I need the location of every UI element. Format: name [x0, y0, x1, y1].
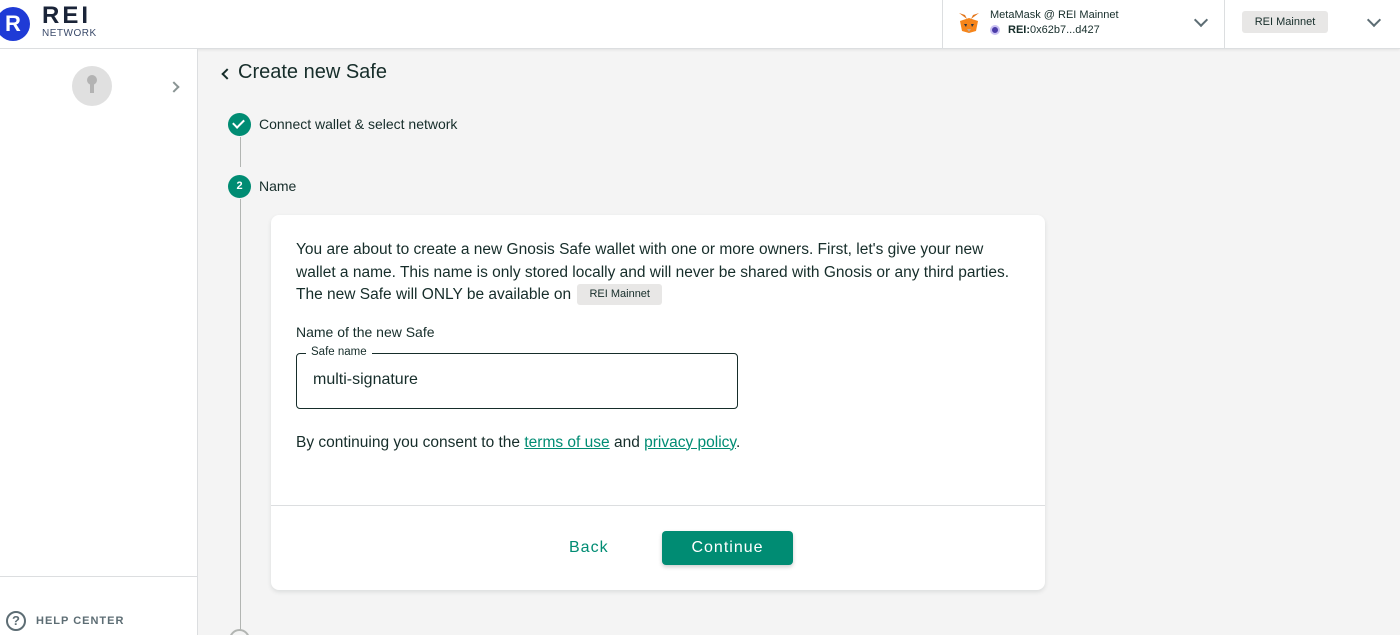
logo-title: REI — [42, 2, 92, 29]
wallet-address: 0x62b7...d427 — [1030, 24, 1100, 36]
network-label: REI Mainnet — [1242, 11, 1328, 33]
logo-subtitle: NETWORK — [42, 28, 97, 39]
safe-name-input[interactable] — [313, 370, 723, 389]
step-label-connect: Connect wallet & select network — [259, 116, 458, 132]
step-completed-icon — [228, 113, 251, 136]
step-card: You are about to create a new Gnosis Saf… — [271, 215, 1045, 590]
back-arrow-icon[interactable] — [221, 68, 233, 80]
consent-text: By continuing you consent to the terms o… — [296, 433, 741, 451]
intro-paragraph: You are about to create a new Gnosis Saf… — [296, 239, 1016, 307]
network-dot-icon — [990, 25, 1000, 35]
rei-network-logo[interactable]: REI NETWORK — [0, 2, 97, 41]
metamask-fox-icon — [959, 13, 979, 33]
wallet-selector[interactable]: MetaMask @ REI Mainnet REI: 0x62b7...d42… — [942, 0, 1225, 49]
terms-of-use-link[interactable]: terms of use — [524, 434, 609, 451]
stepper-connector — [240, 137, 241, 167]
check-icon — [232, 116, 245, 129]
wallet-network-prefix: REI: — [1008, 24, 1030, 36]
chevron-down-icon[interactable] — [1366, 12, 1382, 28]
wallet-name: MetaMask @ REI Mainnet — [990, 9, 1119, 21]
rei-logo-icon — [0, 7, 30, 41]
help-center-link[interactable]: ? HELP CENTER — [6, 611, 124, 631]
card-divider — [271, 505, 1045, 506]
next-step-icon — [229, 629, 250, 635]
back-button[interactable]: Back — [569, 539, 609, 557]
help-center-label: HELP CENTER — [36, 615, 125, 627]
sidebar-divider — [0, 576, 197, 577]
sidebar: ? HELP CENTER — [0, 49, 198, 635]
network-badge: REI Mainnet — [577, 284, 662, 306]
privacy-policy-link[interactable]: privacy policy — [644, 434, 736, 451]
safe-avatar — [72, 66, 112, 106]
wallet-address-row: REI: 0x62b7...d427 — [990, 24, 1100, 36]
question-icon: ? — [6, 611, 26, 631]
chevron-down-icon[interactable] — [1193, 12, 1209, 28]
safe-name-label: Safe name — [306, 345, 372, 358]
network-selector[interactable]: REI Mainnet — [1226, 0, 1400, 49]
chevron-right-icon[interactable] — [168, 81, 180, 93]
page-title: Create new Safe — [238, 61, 387, 83]
stepper-connector — [240, 199, 241, 635]
safe-name-field[interactable]: Safe name — [296, 345, 738, 409]
top-bar: REI NETWORK MetaMask @ REI Mainnet REI: … — [0, 0, 1400, 49]
step-label-name: Name — [259, 178, 297, 194]
field-title: Name of the new Safe — [296, 323, 435, 340]
keyhole-icon — [87, 75, 97, 93]
continue-button[interactable]: Continue — [662, 531, 793, 565]
step-number-badge: 2 — [228, 175, 251, 198]
